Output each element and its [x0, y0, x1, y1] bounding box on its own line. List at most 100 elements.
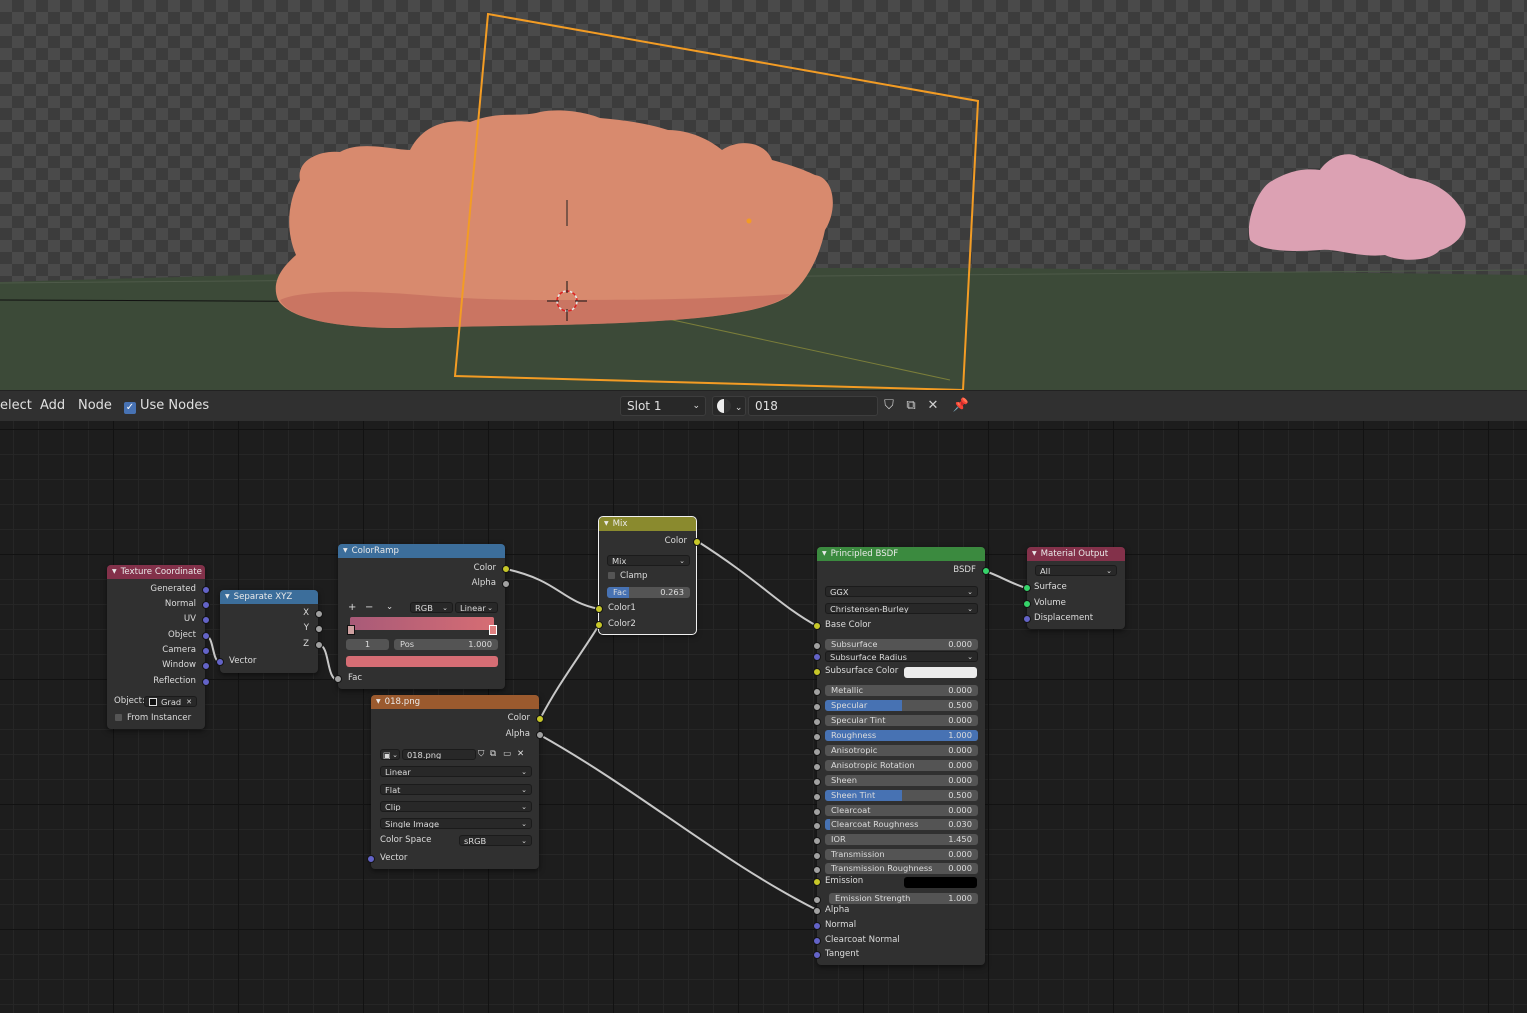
socket-tangent-in[interactable] [813, 951, 821, 959]
node-header[interactable]: ▼ Principled BSDF [817, 547, 985, 561]
field-clearcoat-roughness[interactable]: Clearcoat Roughness 0.030 [825, 819, 978, 830]
open-folder-icon[interactable]: ▭ [503, 748, 511, 761]
socket-normal[interactable] [202, 601, 210, 609]
stop-pos-field[interactable]: Pos 1.000 [394, 639, 498, 650]
field-subsurface[interactable]: Subsurface 0.000 [825, 639, 978, 650]
node-image-texture[interactable]: ▼ 018.png Color Alpha ▣ ⌄ 018.png ⛉ ⧉ ▭ ✕ … [367, 695, 544, 869]
socket-specular-in[interactable] [813, 703, 821, 711]
node-header[interactable]: ▼ 018.png [371, 695, 539, 709]
image-name-field[interactable]: 018.png [402, 749, 476, 760]
blend-type-dropdown[interactable]: Mix ⌄ [607, 555, 690, 566]
socket-base-color-in[interactable] [813, 622, 821, 630]
field-anisotropic-rotation[interactable]: Anisotropic Rotation 0.000 [825, 760, 978, 771]
socket-color-out[interactable] [693, 538, 701, 546]
colorspace-dropdown[interactable]: sRGB ⌄ [459, 835, 532, 846]
collapse-arrow-icon[interactable]: ▼ [822, 550, 827, 557]
material-name-field[interactable]: 018 [748, 396, 878, 416]
field-emission-strength[interactable]: Emission Strength 1.000 [829, 893, 978, 904]
socket-subsurface-in[interactable] [813, 642, 821, 650]
socket-clearcoat-in[interactable] [813, 808, 821, 816]
field-metallic[interactable]: Metallic 0.000 [825, 685, 978, 696]
field-clearcoat[interactable]: Clearcoat 0.000 [825, 805, 978, 816]
emission-color-swatch[interactable] [904, 877, 977, 888]
socket-metallic-in[interactable] [813, 688, 821, 696]
remove-stop-button[interactable]: − [365, 601, 373, 614]
subsurface-color-swatch[interactable] [904, 667, 977, 678]
pin-icon[interactable]: 📌 [951, 396, 971, 416]
chevron-down-icon[interactable]: ⌄ [386, 601, 393, 614]
use-nodes-toggle[interactable]: ✓ Use Nodes [124, 398, 209, 414]
subsurface-method-dropdown[interactable]: Christensen-Burley ⌄ [825, 603, 978, 614]
node-header[interactable]: ▼ Texture Coordinate [107, 565, 205, 579]
target-dropdown[interactable]: All ⌄ [1035, 565, 1117, 576]
socket-object[interactable] [202, 632, 210, 640]
node-material-output[interactable]: ▼ Material Output All ⌄ Surface Volume Dis… [1023, 547, 1125, 629]
fac-slider[interactable]: Fac 0.263 [607, 587, 690, 598]
socket-transmission-in[interactable] [813, 852, 821, 860]
socket-color2-in[interactable] [595, 621, 603, 629]
socket-transmission-roughness-in[interactable] [813, 866, 821, 874]
duplicate-image-icon[interactable]: ⧉ [490, 748, 496, 761]
socket-anisotropic-rotation-in[interactable] [813, 763, 821, 771]
socket-vector-in[interactable] [367, 855, 375, 863]
colormode-dropdown[interactable]: RGB ⌄ [410, 602, 453, 613]
fake-user-shield-icon[interactable]: ⛉ [879, 396, 899, 416]
socket-sheen-in[interactable] [813, 778, 821, 786]
collapse-arrow-icon[interactable]: ▼ [112, 568, 117, 575]
interpolation-dropdown[interactable]: Linear ⌄ [380, 766, 532, 777]
socket-clearcoat-roughness-in[interactable] [813, 822, 821, 830]
field-sheen[interactable]: Sheen 0.000 [825, 775, 978, 786]
node-mix[interactable]: ▼ Mix Color Mix ⌄ Clamp Fac 0.263 Color1 Co… [595, 516, 701, 635]
3d-viewport[interactable] [0, 0, 1527, 390]
socket-displacement-in[interactable] [1023, 615, 1031, 623]
socket-vector-in[interactable] [216, 658, 224, 666]
image-browse-button[interactable]: ▣ ⌄ [380, 749, 400, 760]
socket-clearcoat-normal-in[interactable] [813, 937, 821, 945]
socket-window[interactable] [202, 662, 210, 670]
socket-color1-in[interactable] [595, 605, 603, 613]
extension-dropdown[interactable]: Clip ⌄ [380, 801, 532, 812]
node-separate-xyz[interactable]: ▼ Separate XYZ X Y Z Vector [216, 590, 323, 673]
socket-color-out[interactable] [502, 565, 510, 573]
select-menu[interactable]: elect [0, 398, 32, 413]
socket-sheen-tint-in[interactable] [813, 793, 821, 801]
from-instancer-checkbox[interactable]: From Instancer [115, 712, 191, 725]
socket-specular-tint-in[interactable] [813, 718, 821, 726]
socket-alpha-out[interactable] [502, 580, 510, 588]
socket-subsurface-radius-in[interactable] [813, 653, 821, 661]
socket-anisotropic-in[interactable] [813, 748, 821, 756]
collapse-arrow-icon[interactable]: ▼ [225, 593, 230, 600]
node-editor-canvas[interactable]: ▼ Texture Coordinate Generated Normal UV … [0, 421, 1527, 1013]
collapse-arrow-icon[interactable]: ▼ [1032, 550, 1037, 557]
socket-z[interactable] [315, 641, 323, 649]
node-principled-bsdf[interactable]: ▼ Principled BSDF BSDF GGX ⌄ Christensen-B… [813, 547, 990, 965]
socket-alpha-in[interactable] [813, 907, 821, 915]
collapse-arrow-icon[interactable]: ▼ [604, 520, 609, 527]
source-dropdown[interactable]: Single Image ⌄ [380, 818, 532, 829]
socket-alpha-out[interactable] [536, 731, 544, 739]
unlink-close-icon[interactable]: ✕ [923, 396, 943, 416]
subsurface-radius-dropdown[interactable]: Subsurface Radius ⌄ [825, 651, 978, 662]
socket-camera[interactable] [202, 647, 210, 655]
clear-x-icon[interactable]: ✕ [186, 697, 192, 706]
field-anisotropic[interactable]: Anisotropic 0.000 [825, 745, 978, 756]
material-browse-button[interactable]: ⌄ [712, 396, 746, 416]
socket-emission-strength-in[interactable] [813, 896, 821, 904]
ramp-gradient[interactable] [350, 617, 494, 630]
socket-fac-in[interactable] [334, 675, 342, 683]
object-picker[interactable]: Grad ✕ [144, 696, 197, 707]
socket-normal-in[interactable] [813, 922, 821, 930]
field-specular-tint[interactable]: Specular Tint 0.000 [825, 715, 978, 726]
socket-surface-in[interactable] [1023, 584, 1031, 592]
socket-bsdf-out[interactable] [982, 567, 990, 575]
node-colorramp[interactable]: ▼ ColorRamp Color Alpha + − ⌄ RGB ⌄ Linear… [334, 544, 510, 689]
socket-volume-in[interactable] [1023, 600, 1031, 608]
field-transmission[interactable]: Transmission 0.000 [825, 849, 978, 860]
add-stop-button[interactable]: + [348, 601, 356, 614]
node-header[interactable]: ▼ Separate XYZ [220, 590, 318, 604]
field-roughness[interactable]: Roughness 1.000 [825, 730, 978, 741]
field-ior[interactable]: IOR 1.450 [825, 834, 978, 845]
interpolation-dropdown[interactable]: Linear ⌄ [455, 602, 498, 613]
socket-generated[interactable] [202, 586, 210, 594]
socket-subsurface-color-in[interactable] [813, 668, 821, 676]
